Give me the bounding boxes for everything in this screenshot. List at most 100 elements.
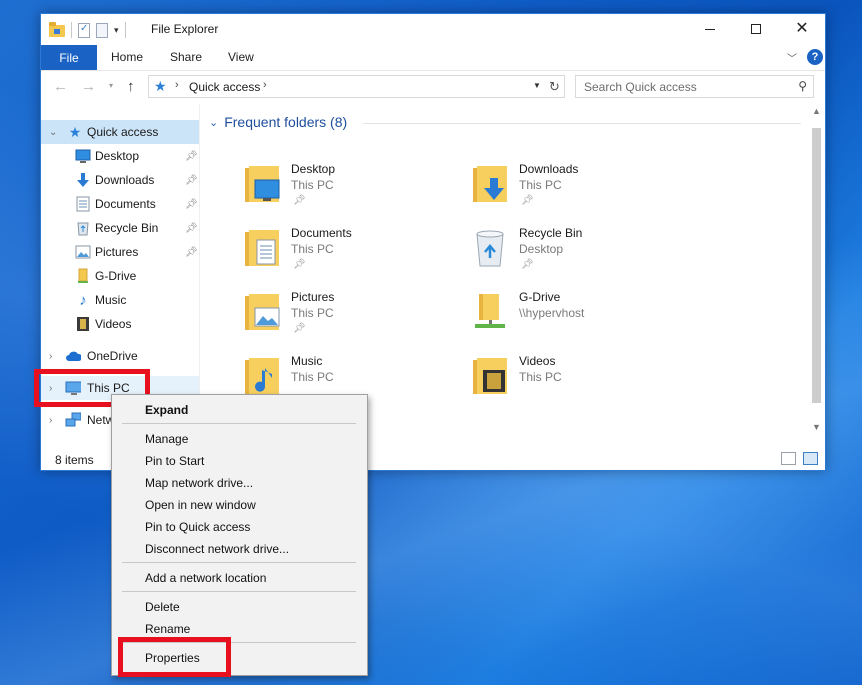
group-divider xyxy=(363,123,801,124)
menu-item-expand[interactable]: Expand xyxy=(145,403,188,417)
folder-tile-desktop[interactable]: Desktop This PC 📌︎ xyxy=(243,158,463,214)
up-arrow-icon[interactable]: ↑ xyxy=(127,78,135,95)
folder-tile-pictures[interactable]: Pictures This PC 📌︎ xyxy=(243,286,463,342)
toolbar-divider xyxy=(71,22,72,38)
sidebar-item-downloads[interactable]: Downloads 📌︎ xyxy=(41,168,199,192)
new-folder-icon[interactable] xyxy=(96,22,108,38)
minimize-icon xyxy=(705,28,715,30)
menu-item-rename[interactable]: Rename xyxy=(145,622,190,636)
large-icons-view-icon[interactable] xyxy=(803,452,818,465)
search-placeholder: Search Quick access xyxy=(584,80,697,94)
menu-item-map-network-drive[interactable]: Map network drive... xyxy=(145,476,253,490)
breadcrumb-separator-icon[interactable]: › xyxy=(263,79,267,91)
desktop-icon xyxy=(75,148,91,164)
scroll-down-icon[interactable]: ▼ xyxy=(812,422,821,432)
sidebar-item-desktop[interactable]: Desktop 📌︎ xyxy=(41,144,199,168)
group-header[interactable]: ⌄ Frequent folders (8) xyxy=(209,114,347,130)
pane-divider[interactable] xyxy=(199,104,200,436)
scrollbar-thumb[interactable] xyxy=(812,128,821,403)
details-view-icon[interactable] xyxy=(781,452,796,465)
menu-item-delete[interactable]: Delete xyxy=(145,600,180,614)
desktop-folder-icon xyxy=(243,164,281,204)
customize-toolbar-chevron-icon[interactable]: ▾ xyxy=(114,25,119,36)
folder-location: This PC xyxy=(291,306,334,320)
tab-view[interactable]: View xyxy=(228,50,254,64)
title-bar: ▾ File Explorer ✕ xyxy=(41,14,825,45)
sidebar-item-g-drive[interactable]: G-Drive xyxy=(41,264,199,288)
pin-icon[interactable]: 📌︎ xyxy=(185,223,198,234)
menu-separator xyxy=(122,562,356,563)
menu-item-pin-to-start[interactable]: Pin to Start xyxy=(145,454,204,468)
expand-chevron-icon[interactable]: › xyxy=(49,351,52,362)
sidebar-item-label: Pictures xyxy=(95,245,139,259)
vertical-scrollbar[interactable]: ▲ ▼ xyxy=(808,104,825,436)
sidebar-item-label: OneDrive xyxy=(87,349,138,363)
folder-icon[interactable] xyxy=(49,22,65,37)
menu-item-manage[interactable]: Manage xyxy=(145,432,188,446)
expand-chevron-icon[interactable]: › xyxy=(49,415,52,426)
sidebar-item-label: G-Drive xyxy=(95,269,137,283)
pin-icon[interactable]: 📌︎ xyxy=(185,247,198,258)
highlight-properties xyxy=(118,637,231,677)
menu-item-open-in-new-window[interactable]: Open in new window xyxy=(145,498,256,512)
breadcrumb-separator-icon[interactable]: › xyxy=(175,79,179,91)
refresh-icon: ↻ xyxy=(549,78,560,94)
folder-tile-videos[interactable]: Videos This PC xyxy=(471,350,691,406)
maximize-button[interactable] xyxy=(733,14,779,44)
toolbar-divider xyxy=(124,22,126,38)
collapse-chevron-icon[interactable]: ⌄ xyxy=(49,127,57,138)
sidebar-item-documents[interactable]: Documents 📌︎ xyxy=(41,192,199,216)
back-arrow-icon[interactable]: ← xyxy=(53,78,68,95)
item-count: 8 items xyxy=(55,453,94,467)
sidebar-item-label: Recycle Bin xyxy=(95,221,159,235)
folder-location: \\hypervhost xyxy=(519,306,585,320)
address-bar[interactable]: ★ › Quick access › ▼ xyxy=(148,75,565,98)
folder-location: Desktop xyxy=(519,242,564,256)
folder-tile-recycle-bin[interactable]: Recycle Bin Desktop 📌︎ xyxy=(471,222,691,278)
search-input[interactable]: Search Quick access ⚲ xyxy=(575,75,814,98)
pin-icon: 📌︎ xyxy=(521,259,534,270)
minimize-button[interactable] xyxy=(687,14,733,44)
folder-tile-g-drive[interactable]: G-Drive \\hypervhost xyxy=(471,286,691,342)
search-icon[interactable]: ⚲ xyxy=(798,79,807,93)
pin-icon[interactable]: 📌︎ xyxy=(185,199,198,210)
sidebar-item-videos[interactable]: Videos xyxy=(41,312,199,336)
pin-icon: 📌︎ xyxy=(293,195,306,206)
pin-icon[interactable]: 📌︎ xyxy=(185,175,198,186)
group-title: Frequent folders (8) xyxy=(224,114,348,130)
folder-name: G-Drive xyxy=(519,290,561,304)
forward-arrow-icon[interactable]: → xyxy=(81,78,96,95)
folder-tile-documents[interactable]: Documents This PC 📌︎ xyxy=(243,222,463,278)
menu-separator xyxy=(122,423,356,424)
document-icon xyxy=(75,196,91,212)
sidebar-item-music[interactable]: ♪ Music xyxy=(41,288,199,312)
menu-item-pin-to-quick-access[interactable]: Pin to Quick access xyxy=(145,520,250,534)
collapse-chevron-icon[interactable]: ⌄ xyxy=(209,116,218,129)
close-icon: ✕ xyxy=(795,20,809,37)
pin-icon[interactable]: 📌︎ xyxy=(185,151,198,162)
pin-icon: 📌︎ xyxy=(521,195,534,206)
folder-tile-downloads[interactable]: Downloads This PC 📌︎ xyxy=(471,158,691,214)
scroll-up-icon[interactable]: ▲ xyxy=(812,106,821,116)
recycle-bin-icon xyxy=(471,228,509,268)
tab-share[interactable]: Share xyxy=(170,50,202,64)
folder-name: Desktop xyxy=(291,162,336,176)
address-history-chevron-icon[interactable]: ▼ xyxy=(533,81,541,90)
pin-icon: 📌︎ xyxy=(293,323,306,334)
properties-icon[interactable] xyxy=(78,22,90,38)
tab-file[interactable]: File xyxy=(41,45,97,70)
menu-item-disconnect-network-drive[interactable]: Disconnect network drive... xyxy=(145,542,289,556)
close-button[interactable]: ✕ xyxy=(779,14,825,44)
refresh-button[interactable]: ↻ xyxy=(545,75,565,98)
tab-home[interactable]: Home xyxy=(111,50,143,64)
sidebar-item-quick-access[interactable]: ⌄ ★ Quick access xyxy=(41,120,199,144)
sidebar-item-pictures[interactable]: Pictures 📌︎ xyxy=(41,240,199,264)
address-path[interactable]: Quick access xyxy=(189,80,260,94)
expand-ribbon-chevron-icon[interactable]: ﹀ xyxy=(787,50,797,65)
menu-item-add-network-location[interactable]: Add a network location xyxy=(145,571,266,585)
help-icon[interactable]: ? xyxy=(807,49,823,65)
sidebar-item-onedrive[interactable]: › OneDrive xyxy=(41,344,199,368)
navigation-bar: ← → ▾ ↑ ★ › Quick access › ▼ ↻ Search Qu… xyxy=(41,70,825,102)
sidebar-item-recycle-bin[interactable]: Recycle Bin 📌︎ xyxy=(41,216,199,240)
recent-locations-chevron-icon[interactable]: ▾ xyxy=(109,81,113,90)
